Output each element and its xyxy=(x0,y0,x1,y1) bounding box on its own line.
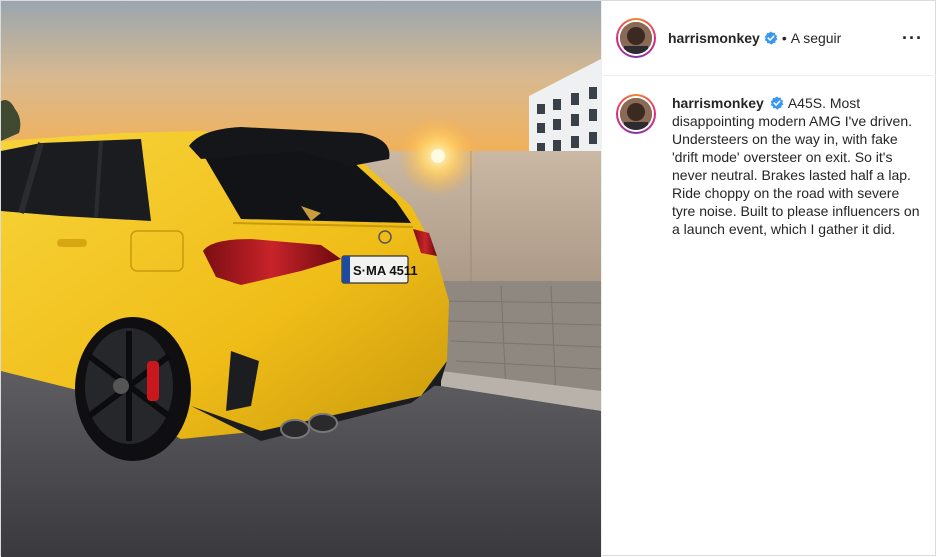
caption-avatar[interactable] xyxy=(616,94,656,134)
caption-verified-badge-icon xyxy=(770,96,784,110)
profile-picture xyxy=(620,22,652,54)
avatar[interactable] xyxy=(616,18,656,58)
more-options-icon[interactable]: ··· xyxy=(902,29,923,47)
verified-badge-icon xyxy=(764,31,778,45)
caption-text-block: harrismonkey A45S. Most disappointing mo… xyxy=(672,94,923,238)
license-plate-text: S·MA 4511 xyxy=(353,263,418,278)
caption-profile-picture xyxy=(620,98,652,130)
post-photo[interactable]: S·MA 4511 xyxy=(1,1,601,557)
post-header: harrismonkey • A seguir ··· xyxy=(602,1,936,76)
car-photo-illustration: S·MA 4511 xyxy=(1,1,601,557)
separator-dot: • xyxy=(781,30,787,46)
post-sidebar: harrismonkey • A seguir ··· harrismonkey… xyxy=(601,1,936,557)
caption-comment: harrismonkey A45S. Most disappointing mo… xyxy=(602,76,936,238)
header-username[interactable]: harrismonkey xyxy=(668,30,760,46)
instagram-post: S·MA 4511 harrismonkey • A seguir ··· ha… xyxy=(0,0,936,557)
caption-body: A45S. Most disappointing modern AMG I've… xyxy=(672,95,920,237)
caption-username[interactable]: harrismonkey xyxy=(672,95,764,111)
follow-status-button[interactable]: A seguir xyxy=(791,30,842,46)
